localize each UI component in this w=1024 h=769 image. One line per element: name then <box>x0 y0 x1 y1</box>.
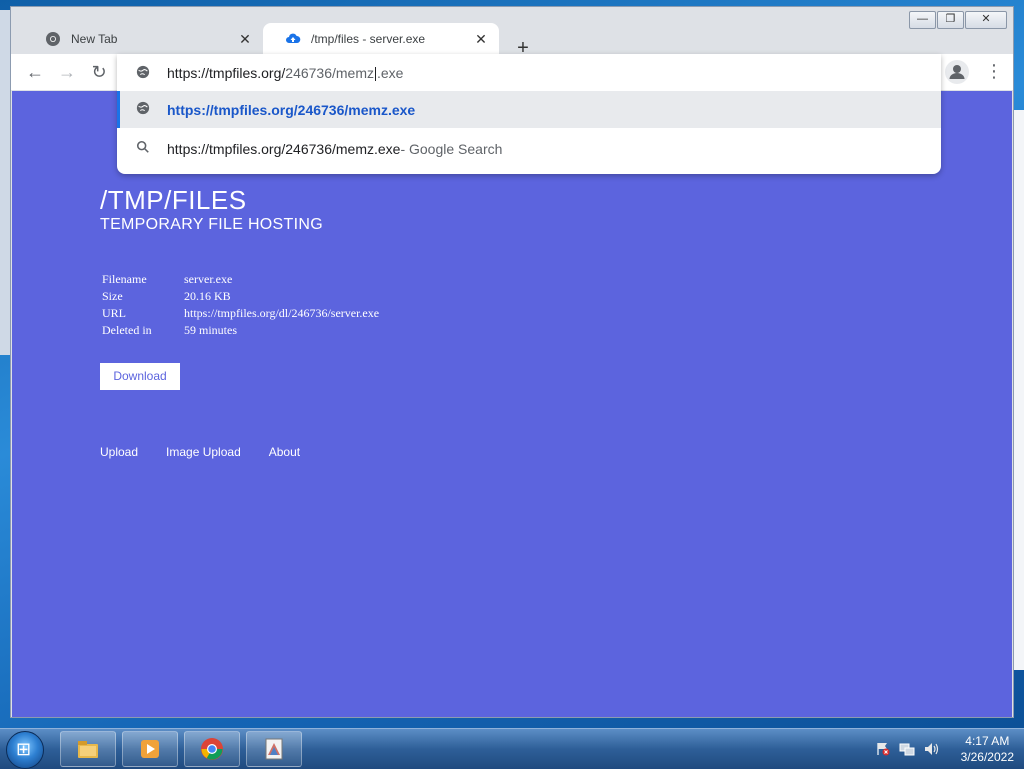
table-row: Size 20.16 KB <box>102 289 231 303</box>
search-icon <box>133 140 153 157</box>
clock-time: 4:17 AM <box>965 734 1010 748</box>
page-content: /TMP/FILES TEMPORARY FILE HOSTING Filena… <box>12 91 1012 717</box>
system-clock[interactable]: 4:17 AM 3/26/2022 <box>961 733 1014 765</box>
upload-link[interactable]: Upload <box>100 445 138 459</box>
tab-title: New Tab <box>71 32 118 46</box>
network-icon[interactable] <box>899 741 915 757</box>
system-tray: 4:17 AM 3/26/2022 <box>875 729 1014 769</box>
table-row: Deleted in 59 minutes <box>102 323 237 337</box>
suggestion-suffix: - Google Search <box>400 140 503 157</box>
windows-logo-icon: ⊞ <box>16 739 32 759</box>
globe-icon <box>133 101 153 118</box>
address-bar-text: https://tmpfiles.org/246736/memz .exe <box>167 64 404 82</box>
close-tab-icon[interactable]: ✕ <box>473 31 489 48</box>
suggestion-text: https://tmpfiles.org/246736/memz.exe <box>167 140 401 157</box>
tab-title: /tmp/files - server.exe <box>311 32 426 46</box>
media-player-icon <box>141 740 159 758</box>
taskbar-file-explorer[interactable] <box>60 731 116 767</box>
download-button[interactable]: Download <box>100 363 180 390</box>
address-bar-input[interactable]: https://tmpfiles.org/246736/memz .exe <box>117 54 941 92</box>
taskbar-paint[interactable] <box>246 731 302 767</box>
volume-icon[interactable] <box>923 741 939 757</box>
tab-strip: New Tab ✕ /tmp/files - server.exe ✕ + <box>11 19 1013 59</box>
profile-avatar-icon[interactable] <box>945 60 969 84</box>
footer-links: Upload Image Upload About <box>100 445 328 459</box>
reload-button[interactable]: ↻ <box>87 60 111 84</box>
taskbar-media-player[interactable] <box>122 731 178 767</box>
page-subtitle: TEMPORARY FILE HOSTING <box>100 216 323 233</box>
file-info-table: Filename server.exe Size 20.16 KB URL https… <box>102 271 379 339</box>
action-center-flag-icon[interactable] <box>875 741 891 757</box>
close-tab-icon[interactable]: ✕ <box>237 31 253 48</box>
taskbar-chrome[interactable] <box>184 731 240 767</box>
omnibox-suggestion-url[interactable]: https://tmpfiles.org/246736/memz.exe <box>117 91 941 128</box>
paint-icon <box>265 738 283 760</box>
back-button[interactable]: ← <box>23 60 47 84</box>
tab-tmpfiles[interactable]: /tmp/files - server.exe ✕ <box>263 23 499 55</box>
file-explorer-icon <box>78 741 98 758</box>
about-link[interactable]: About <box>269 445 300 459</box>
image-upload-link[interactable]: Image Upload <box>166 445 241 459</box>
table-row: Filename server.exe <box>102 272 233 286</box>
table-row: URL https://tmpfiles.org/dl/246736/server… <box>102 306 380 320</box>
omnibox-suggestion-search[interactable]: https://tmpfiles.org/246736/memz.exe - G… <box>117 130 941 167</box>
tab-new-tab[interactable]: New Tab ✕ <box>23 23 263 55</box>
browser-menu-button[interactable]: ⋮ <box>985 60 1003 84</box>
page-title: /TMP/FILES <box>100 185 247 215</box>
start-button[interactable]: ⊞ <box>6 731 44 769</box>
browser-window: — ❐ ✕ New Tab ✕ /tmp/files - server.exe … <box>10 6 1014 718</box>
taskbar: ⊞ 4:17 AM 3/26/2022 <box>0 728 1024 769</box>
suggestion-text: https://tmpfiles.org/246736/memz.exe <box>167 101 416 118</box>
clock-date: 3/26/2022 <box>960 750 1014 764</box>
forward-button[interactable]: → <box>55 60 79 84</box>
omnibox-dropdown: https://tmpfiles.org/246736/memz .exe htt… <box>117 54 941 174</box>
chrome-icon <box>46 32 60 46</box>
chrome-icon <box>201 738 223 760</box>
cloud-upload-icon <box>286 33 301 43</box>
globe-icon <box>133 65 153 82</box>
